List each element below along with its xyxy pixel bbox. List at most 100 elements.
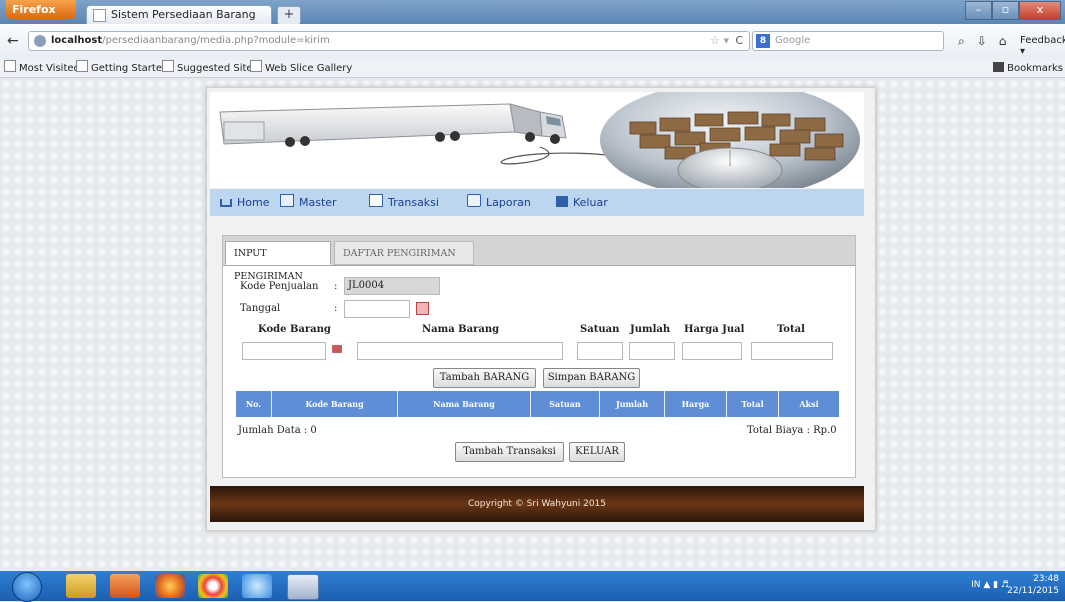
grid-icon	[280, 194, 294, 207]
search-bar[interactable]: 8 Google	[752, 31, 944, 51]
header-kode-barang: Kode Barang	[258, 324, 331, 335]
home-icon	[220, 199, 232, 207]
column-header: No.	[236, 391, 272, 417]
tambah-transaksi-button[interactable]: Tambah Transaksi	[455, 442, 564, 462]
copyright-text: Copyright © Sri Wahyuni 2015	[467, 499, 606, 509]
language-indicator[interactable]: IN	[971, 580, 980, 590]
header-harga-jual: Harga Jual	[684, 324, 745, 335]
search-engine-icon[interactable]: 8	[756, 34, 770, 48]
header-total: Total	[777, 324, 805, 335]
firefox-menu-button[interactable]: Firefox	[6, 0, 76, 19]
jumlah-data-text: Jumlah Data : 0	[238, 425, 317, 436]
bookmark-icon	[162, 60, 174, 72]
header-jumlah: Jumlah	[630, 324, 671, 335]
keluar-button[interactable]: KELUAR	[569, 442, 625, 462]
items-table-header: No. Kode Barang Nama Barang Satuan Jumla…	[236, 391, 839, 417]
clock[interactable]: 23:48 22/11/2015	[1007, 573, 1059, 597]
office-icon[interactable]	[110, 574, 140, 598]
tab-daftar-pengiriman[interactable]: DAFTAR PENGIRIMAN	[334, 241, 474, 265]
exit-icon	[556, 196, 568, 207]
clock-time: 23:48	[1033, 574, 1059, 584]
search-icon[interactable]: ⌕	[958, 34, 965, 49]
url-path: /persediaanbarang/media.php?module=kirim	[102, 35, 330, 46]
new-tab-button[interactable]: +	[277, 6, 301, 25]
total-biaya-text: Total Biaya : Rp.0	[747, 425, 837, 436]
file-explorer-icon[interactable]	[66, 574, 96, 598]
system-tray-icons[interactable]: IN ▲ ▮ ♬	[971, 580, 1009, 590]
tanggal-field[interactable]	[344, 300, 410, 318]
jumlah-field[interactable]	[629, 342, 675, 360]
menu-home[interactable]: Home	[220, 189, 269, 216]
lookup-icon[interactable]	[332, 345, 342, 353]
download-icon[interactable]: ⇩	[977, 34, 987, 49]
menu-master[interactable]: Master	[280, 189, 337, 216]
main-menu: Home Master Transaksi Laporan Keluar	[210, 189, 864, 216]
colon-label: :	[334, 281, 338, 292]
window-controls: – ▫ x	[965, 1, 1061, 20]
nav-icons: ⌕ ⇩ ⌂	[958, 34, 1006, 49]
close-window-button[interactable]: x	[1019, 1, 1061, 20]
firefox-icon[interactable]	[155, 574, 185, 598]
navigation-bar: ← localhost/persediaanbarang/media.php?m…	[0, 24, 1065, 61]
tambah-barang-button[interactable]: Tambah BARANG	[433, 368, 536, 388]
taskbar: IN ▲ ▮ ♬ 23:48 22/11/2015	[0, 571, 1065, 602]
satuan-field[interactable]	[577, 342, 623, 360]
calendar-icon[interactable]	[416, 302, 429, 315]
chrome-icon[interactable]	[198, 574, 228, 598]
kode-barang-field[interactable]	[242, 342, 326, 360]
bookmark-suggested-sites[interactable]: Suggested Sites	[162, 60, 258, 77]
column-header: Kode Barang	[272, 391, 398, 417]
menu-transaksi[interactable]: Transaksi	[369, 189, 439, 216]
column-header: Harga	[665, 391, 727, 417]
app-window-icon[interactable]	[287, 574, 319, 600]
header-satuan: Satuan	[580, 324, 620, 335]
bookmark-most-visited[interactable]: Most Visited	[4, 60, 80, 77]
tanggal-label: Tanggal	[240, 303, 281, 314]
internet-explorer-icon[interactable]	[242, 574, 272, 598]
tab-title: Sistem Persediaan Barang	[111, 8, 256, 21]
colon-label: :	[334, 303, 338, 314]
page-icon	[93, 9, 106, 22]
nama-barang-field[interactable]	[357, 342, 563, 360]
bookmark-icon	[4, 60, 16, 72]
column-header: Nama Barang	[398, 391, 531, 417]
maximize-button[interactable]: ▫	[992, 1, 1019, 20]
bookmark-icon	[250, 60, 262, 72]
header-nama-barang: Nama Barang	[422, 324, 500, 335]
bookmarks-toolbar: Most Visited Getting Started Suggested S…	[0, 60, 1065, 78]
column-header: Satuan	[531, 391, 600, 417]
page-footer: Copyright © Sri Wahyuni 2015	[210, 486, 864, 522]
bookmarks-menu-button[interactable]: Bookmarks	[993, 60, 1063, 77]
total-field[interactable]	[751, 342, 833, 360]
search-placeholder: Google	[775, 35, 811, 46]
bookmark-star-icon[interactable]: ☆ ▾	[710, 32, 729, 50]
printer-icon	[467, 194, 481, 207]
bookmark-web-slice-gallery[interactable]: Web Slice Gallery	[250, 60, 352, 77]
menu-laporan[interactable]: Laporan	[467, 189, 531, 216]
bookmark-getting-started[interactable]: Getting Started	[76, 60, 168, 77]
reload-icon[interactable]: C	[735, 32, 743, 50]
kode-penjualan-field[interactable]: JL0004	[344, 277, 440, 295]
column-header: Jumlah	[600, 391, 665, 417]
truck-globe-illustration	[210, 92, 864, 188]
simpan-barang-button[interactable]: Simpan BARANG	[543, 368, 640, 388]
url-host: localhost	[51, 35, 103, 46]
minimize-button[interactable]: –	[965, 1, 992, 20]
home-icon[interactable]: ⌂	[999, 34, 1007, 49]
kode-penjualan-label: Kode Penjualan	[240, 281, 319, 292]
feedback-button[interactable]: Feedback ▾	[1020, 35, 1065, 57]
harga-jual-field[interactable]	[682, 342, 742, 360]
monitor-icon	[369, 194, 383, 207]
browser-tab[interactable]: Sistem Persediaan Barang	[86, 5, 272, 24]
menu-keluar[interactable]: Keluar	[556, 189, 608, 216]
banner-image	[210, 92, 864, 188]
url-bar[interactable]: localhost/persediaanbarang/media.php?mod…	[28, 31, 750, 51]
start-button[interactable]	[12, 572, 42, 602]
tab-input-pengiriman[interactable]: INPUT PENGIRIMAN	[225, 241, 331, 282]
globe-icon	[34, 35, 46, 47]
bookmark-icon	[76, 60, 88, 72]
back-arrow-icon[interactable]: ←	[7, 34, 21, 48]
bookmarks-icon	[993, 62, 1005, 72]
form-tabbar: INPUT PENGIRIMAN DAFTAR PENGIRIMAN	[223, 236, 855, 282]
column-header: Aksi	[799, 399, 819, 409]
